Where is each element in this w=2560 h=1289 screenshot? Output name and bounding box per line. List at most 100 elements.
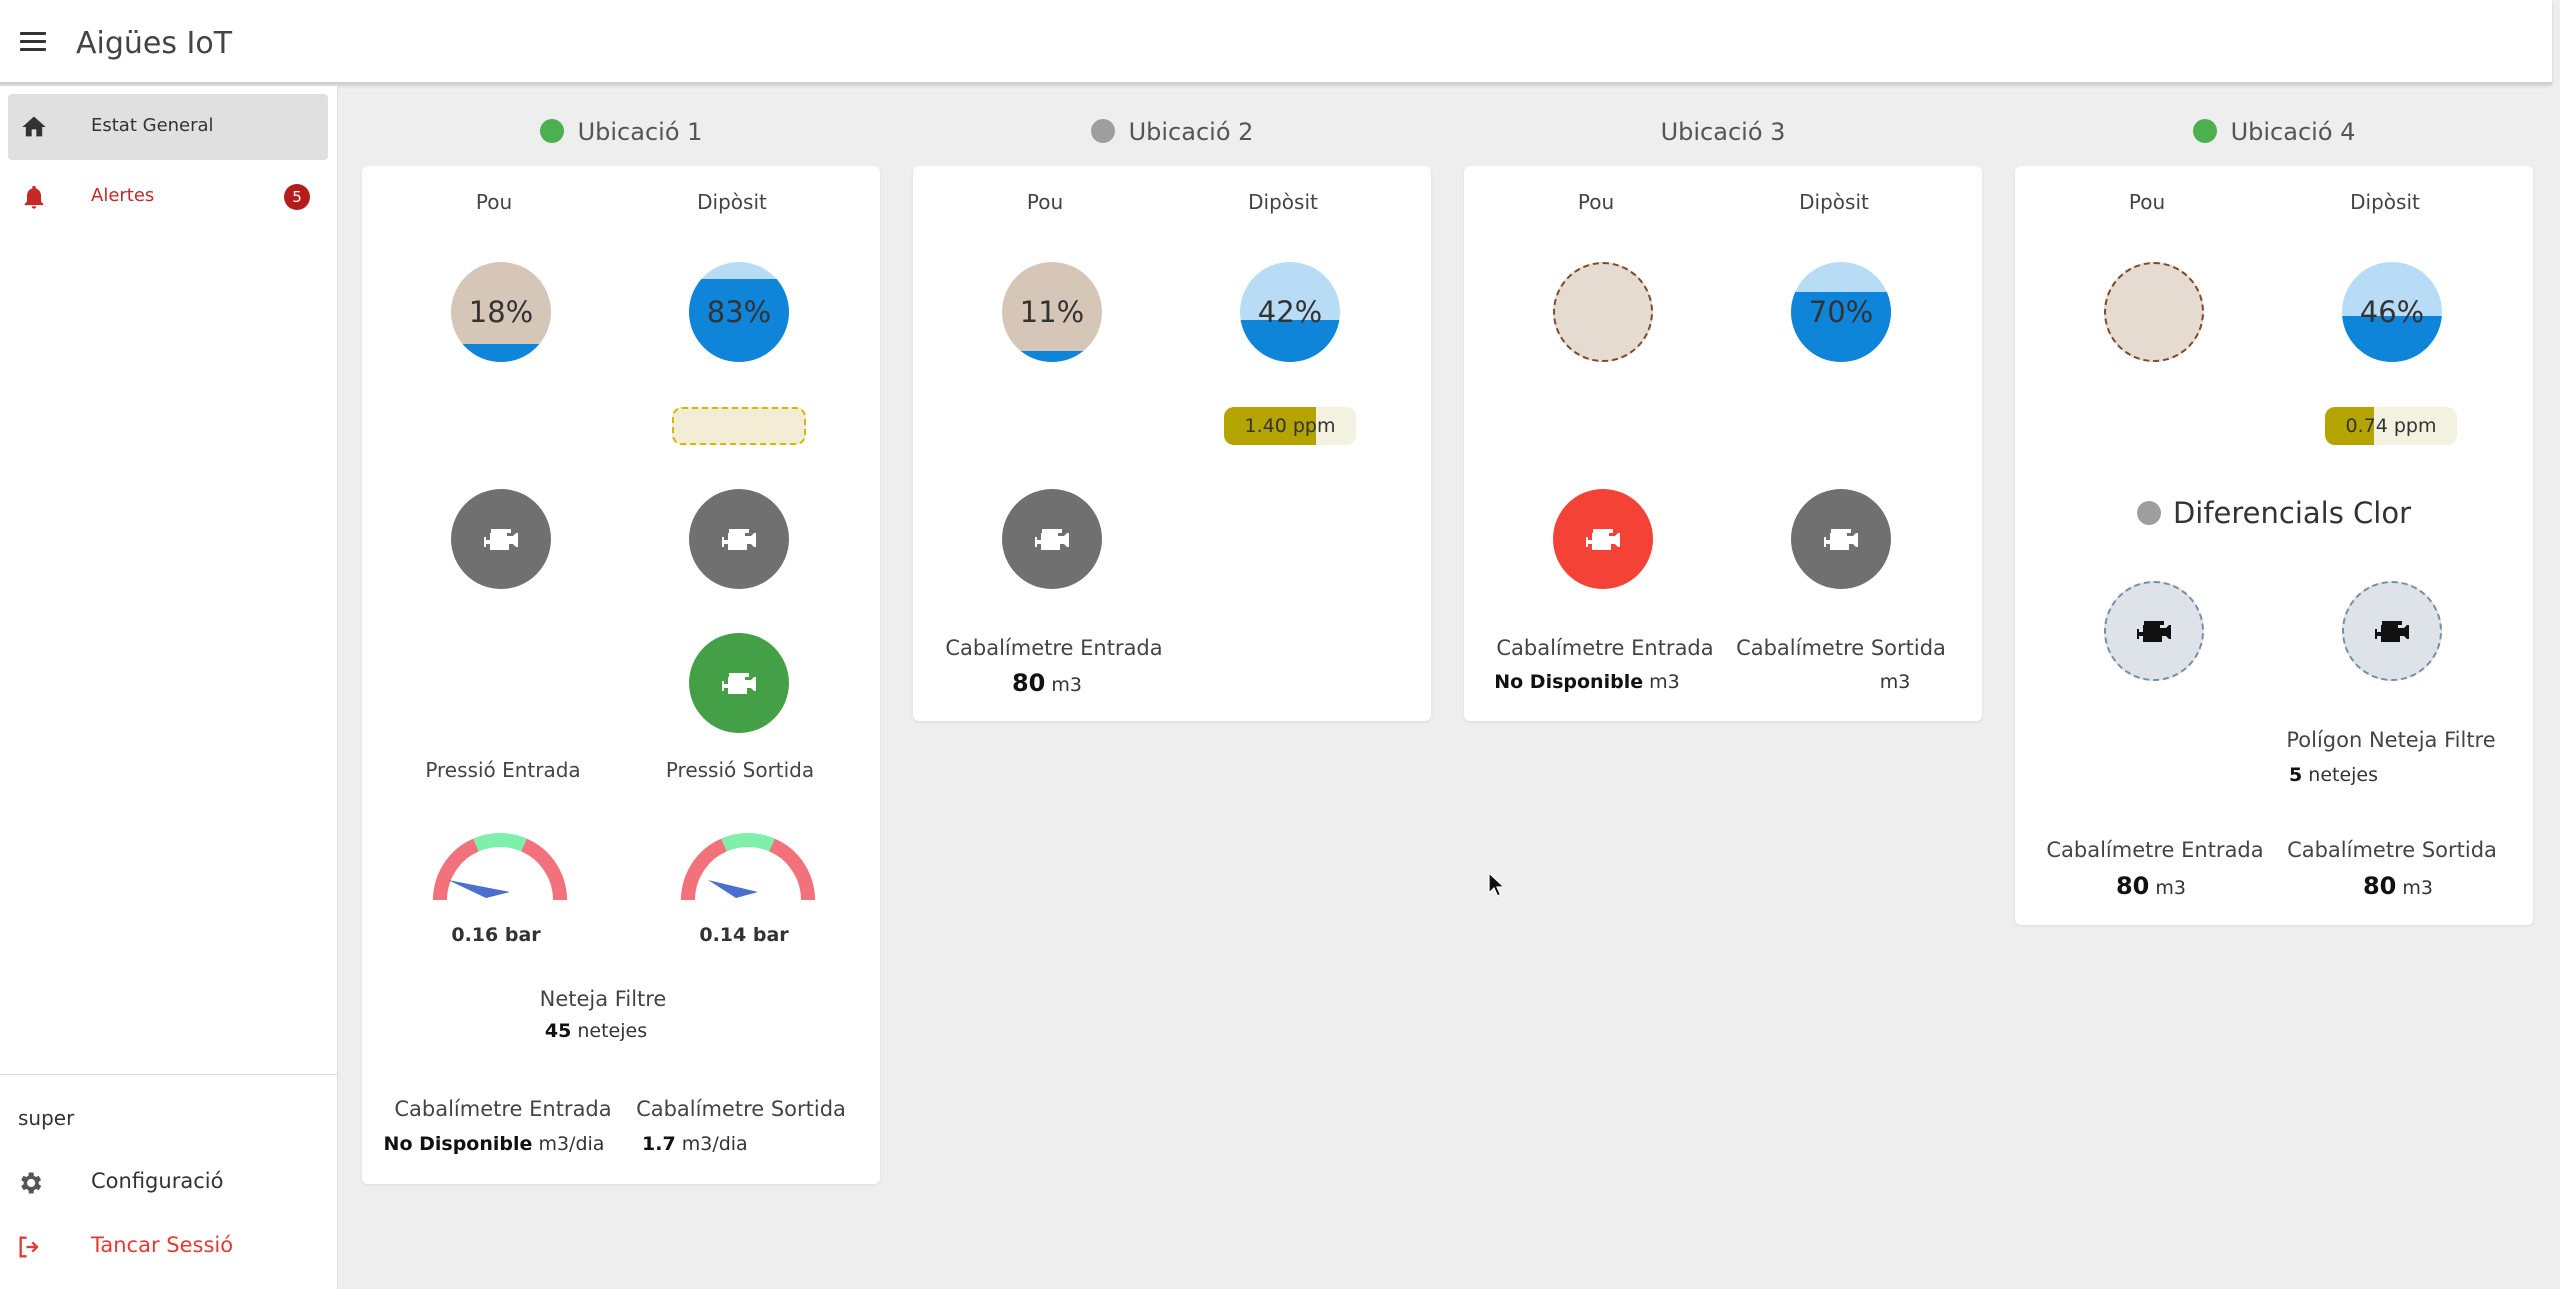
sidebar-item-label: Estat General	[91, 115, 214, 136]
app-title: Aigües IoT	[76, 26, 233, 61]
pressure-out-label: Pressió Sortida	[665, 758, 815, 782]
sidebar-divider	[0, 1074, 338, 1075]
well-pump-alarm-status	[1553, 489, 1653, 589]
tank-level-gauge: 42%	[1240, 262, 1340, 362]
chlorine-value: 0.74 ppm	[2345, 415, 2437, 437]
well-label: Pou	[1577, 190, 1615, 214]
level-percent: 46%	[2359, 295, 2425, 329]
chlorine-ppm-indicator: 1.40 ppm	[1224, 407, 1356, 445]
pressure-out-value: 0.14 bar	[699, 924, 789, 946]
location-2-card: Pou Dipòsit 11% 42% 1.40 ppm Cabalímetre…	[913, 166, 1431, 721]
tank-level-gauge: 83%	[689, 262, 789, 362]
output-pump-status	[689, 633, 789, 733]
location-1-card: Pou Dipòsit 18% 83% Pressió Entrada Pres…	[362, 166, 880, 1184]
chlorine-differentials-title: Diferencials Clor	[2172, 496, 2412, 530]
level-percent: 18%	[468, 295, 534, 329]
tank-label: Dipòsit	[1799, 190, 1869, 214]
tank-pump-status	[1791, 489, 1891, 589]
chlorine-ppm-indicator: 0.74 ppm	[2325, 407, 2457, 445]
flow-in-label: Cabalímetre Entrada	[945, 636, 1163, 660]
location-4-header: Ubicació 4	[2015, 118, 2533, 158]
status-offline-dot	[2136, 501, 2161, 525]
well-pump-status	[451, 489, 551, 589]
chlorine-value: 1.40 ppm	[1244, 415, 1336, 437]
pump-icon	[2137, 621, 2171, 642]
menu-icon[interactable]	[20, 32, 46, 52]
flow-out-value: 80 m3	[2362, 872, 2434, 900]
status-offline-dot	[1090, 119, 1115, 143]
tank-label: Dipòsit	[697, 190, 767, 214]
chlorine-differentials-header: Diferencials Clor	[2015, 496, 2533, 530]
flow-in-value: 80 m3	[1011, 669, 1083, 697]
sidebar-item-alertes[interactable]: Alertes 5	[8, 164, 328, 230]
location-title: Ubicació 3	[1660, 118, 1786, 146]
logout-icon	[19, 1236, 39, 1258]
flow-in-label: Cabalímetre Entrada	[394, 1097, 612, 1121]
flow-out-label: Cabalímetre Sortida	[636, 1097, 846, 1121]
location-title: Ubicació 2	[1128, 118, 1254, 146]
pump-icon	[722, 529, 756, 550]
tank-level-gauge: 70%	[1791, 262, 1891, 362]
pressure-in-label: Pressió Entrada	[425, 758, 581, 782]
flow-out-label: Cabalímetre Sortida	[1736, 636, 1946, 660]
flow-in-value: 80 m3	[2115, 872, 2187, 900]
well-level-gauge: 11%	[1002, 262, 1102, 362]
flow-out-value: 1.7 m3/dia	[642, 1133, 748, 1155]
well-label: Pou	[1026, 190, 1064, 214]
well-level-gauge-unavailable	[2104, 262, 2204, 362]
settings-label: Configuració	[91, 1169, 224, 1193]
level-percent: 83%	[706, 295, 772, 329]
pump-icon	[484, 529, 518, 550]
flow-in-value: No Disponible m3/dia	[383, 1133, 605, 1155]
chlorine-indicator-empty	[672, 407, 806, 445]
flow-in-value: No Disponible m3	[1494, 671, 1680, 693]
well-level-gauge-unavailable	[1553, 262, 1653, 362]
flow-out-label: Cabalímetre Sortida	[2287, 838, 2497, 862]
chlorine-pump-out-status	[2342, 581, 2442, 681]
filter-cleaning-count: 45 netejes	[544, 1020, 648, 1042]
settings-link[interactable]: Configuració	[8, 1156, 328, 1208]
pump-icon	[1586, 529, 1620, 550]
app-header: Aigües IoT	[0, 0, 2552, 84]
well-pump-status	[1002, 489, 1102, 589]
user-name: super	[18, 1106, 75, 1130]
sidebar: Estat General Alertes 5 super Configurac…	[0, 86, 338, 1289]
alert-count-badge: 5	[284, 184, 310, 210]
location-title: Ubicació 1	[577, 118, 703, 146]
location-title: Ubicació 4	[2230, 118, 2356, 146]
pressure-out-gauge	[681, 833, 815, 901]
filter-cleaning-label: Neteja Filtre	[539, 987, 667, 1011]
pressure-in-value: 0.16 bar	[451, 924, 541, 946]
level-percent: 70%	[1808, 295, 1874, 329]
mouse-cursor-icon	[1488, 872, 1506, 897]
pump-icon	[1035, 529, 1069, 550]
location-3-header: Ubicació 3	[1464, 118, 1982, 158]
tank-label: Dipòsit	[2350, 190, 2420, 214]
filter-cleaning-count: 5 netejes	[2289, 764, 2379, 786]
level-percent: 11%	[1019, 295, 1085, 329]
well-label: Pou	[475, 190, 513, 214]
sidebar-item-label: Alertes	[91, 185, 155, 206]
pump-icon	[1824, 529, 1858, 550]
location-4-card: Pou Dipòsit 46% 0.74 ppm Diferencials Cl…	[2015, 166, 2533, 925]
status-online-dot	[2192, 119, 2217, 143]
location-2-header: Ubicació 2	[913, 118, 1431, 158]
pressure-in-gauge	[433, 833, 567, 901]
tank-level-gauge: 46%	[2342, 262, 2442, 362]
flow-out-value: m3	[1879, 671, 1911, 693]
bell-icon	[24, 185, 44, 209]
location-1-header: Ubicació 1	[362, 118, 880, 158]
tank-pump-status	[689, 489, 789, 589]
location-3-card: Pou Dipòsit 70% Cabalímetre Entrada Caba…	[1464, 166, 1982, 721]
logout-label: Tancar Sessió	[91, 1233, 234, 1257]
pump-icon	[2375, 621, 2409, 642]
filter-cleaning-label: Polígon Neteja Filtre	[2286, 728, 2496, 752]
sidebar-item-estat-general[interactable]: Estat General	[8, 94, 328, 160]
home-icon	[22, 116, 46, 137]
flow-in-label: Cabalímetre Entrada	[2046, 838, 2264, 862]
logout-link[interactable]: Tancar Sessió	[8, 1220, 328, 1272]
well-label: Pou	[2128, 190, 2166, 214]
level-percent: 42%	[1257, 295, 1323, 329]
status-online-dot	[539, 119, 564, 143]
pump-icon	[722, 673, 756, 694]
